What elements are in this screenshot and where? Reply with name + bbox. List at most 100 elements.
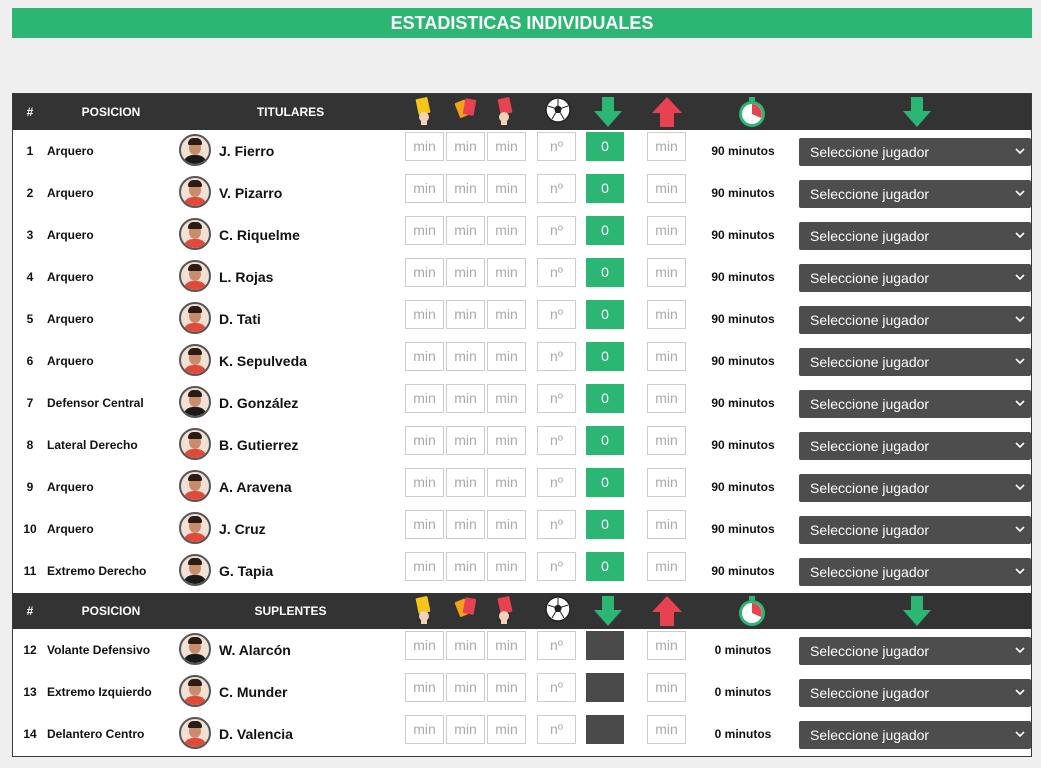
yellow-card-minute-input[interactable]: min <box>405 715 444 744</box>
red-card-minute-input[interactable]: min <box>487 426 526 455</box>
second-yellow-minute-input[interactable]: min <box>446 132 485 161</box>
player-select[interactable]: Seleccione jugador <box>799 138 1031 166</box>
red-card-minute-input[interactable]: min <box>487 715 526 744</box>
sub-in-minute-input[interactable]: min <box>647 715 686 744</box>
goals-count-input[interactable]: nº <box>537 258 576 287</box>
yellow-card-minute-input[interactable]: min <box>405 426 444 455</box>
yellow-card-minute-input[interactable]: min <box>405 510 444 539</box>
red-card-minute-input[interactable]: min <box>487 216 526 245</box>
yellow-card-minute-input[interactable]: min <box>405 631 444 660</box>
sub-in-minute-input[interactable]: min <box>647 426 686 455</box>
yellow-card-minute-input[interactable]: min <box>405 468 444 497</box>
second-yellow-minute-input[interactable]: min <box>446 174 485 203</box>
sub-out-minute-field[interactable]: 0 <box>586 258 624 287</box>
sub-in-minute-input[interactable]: min <box>647 258 686 287</box>
goals-count-input[interactable]: nº <box>537 342 576 371</box>
yellow-card-minute-input[interactable]: min <box>405 673 444 702</box>
sub-out-minute-field[interactable] <box>586 673 624 702</box>
red-card-minute-input[interactable]: min <box>487 552 526 581</box>
sub-in-minute-input[interactable]: min <box>647 510 686 539</box>
goals-count-input[interactable]: nº <box>537 715 576 744</box>
second-yellow-minute-input[interactable]: min <box>446 510 485 539</box>
sub-out-minute-field[interactable]: 0 <box>586 342 624 371</box>
yellow-card-minute-input[interactable]: min <box>405 552 444 581</box>
sub-in-minute-input[interactable]: min <box>647 342 686 371</box>
sub-out-minute-field[interactable] <box>586 715 624 744</box>
second-yellow-minute-input[interactable]: min <box>446 258 485 287</box>
sub-out-minute-field[interactable]: 0 <box>586 132 624 161</box>
sub-out-minute-field[interactable]: 0 <box>586 384 624 413</box>
second-yellow-minute-input[interactable]: min <box>446 552 485 581</box>
player-select[interactable]: Seleccione jugador <box>799 264 1031 292</box>
player-select[interactable]: Seleccione jugador <box>799 679 1031 707</box>
yellow-card-minute-input[interactable]: min <box>405 384 444 413</box>
sub-in-minute-input[interactable]: min <box>647 216 686 245</box>
sub-in-minute-input[interactable]: min <box>647 384 686 413</box>
red-card-minute-input[interactable]: min <box>487 258 526 287</box>
goals-count-input[interactable]: nº <box>537 300 576 329</box>
sub-in-minute-input[interactable]: min <box>647 468 686 497</box>
second-yellow-minute-input[interactable]: min <box>446 426 485 455</box>
red-card-minute-input[interactable]: min <box>487 342 526 371</box>
second-yellow-minute-input[interactable]: min <box>446 342 485 371</box>
sub-out-minute-field[interactable]: 0 <box>586 510 624 539</box>
player-select[interactable]: Seleccione jugador <box>799 348 1031 376</box>
yellow-card-minute-input[interactable]: min <box>405 300 444 329</box>
sub-out-minute-field[interactable]: 0 <box>586 468 624 497</box>
red-card-minute-input[interactable]: min <box>487 174 526 203</box>
second-yellow-minute-input[interactable]: min <box>446 216 485 245</box>
player-select[interactable]: Seleccione jugador <box>799 222 1031 250</box>
red-card-minute-input[interactable]: min <box>487 132 526 161</box>
second-yellow-minute-input[interactable]: min <box>446 715 485 744</box>
sub-in-minute-input[interactable]: min <box>647 673 686 702</box>
goals-count-input[interactable]: nº <box>537 631 576 660</box>
goals-count-input[interactable]: nº <box>537 468 576 497</box>
chevron-down-icon <box>1015 180 1025 208</box>
yellow-card-minute-input[interactable]: min <box>405 342 444 371</box>
goals-count-input[interactable]: nº <box>537 132 576 161</box>
goals-count-input[interactable]: nº <box>537 510 576 539</box>
player-select[interactable]: Seleccione jugador <box>799 558 1031 586</box>
player-select[interactable]: Seleccione jugador <box>799 432 1031 460</box>
yellow-card-minute-input[interactable]: min <box>405 258 444 287</box>
player-select[interactable]: Seleccione jugador <box>799 637 1031 665</box>
red-card-minute-input[interactable]: min <box>487 384 526 413</box>
red-card-minute-input[interactable]: min <box>487 300 526 329</box>
sub-out-minute-field[interactable]: 0 <box>586 426 624 455</box>
sub-out-minute-field[interactable]: 0 <box>586 174 624 203</box>
sub-out-minute-field[interactable]: 0 <box>586 300 624 329</box>
red-card-minute-input[interactable]: min <box>487 631 526 660</box>
second-yellow-minute-input[interactable]: min <box>446 468 485 497</box>
goals-count-input[interactable]: nº <box>537 552 576 581</box>
sub-in-minute-input[interactable]: min <box>647 300 686 329</box>
player-select[interactable]: Seleccione jugador <box>799 306 1031 334</box>
second-yellow-minute-input[interactable]: min <box>446 673 485 702</box>
yellow-card-minute-input[interactable]: min <box>405 174 444 203</box>
sub-in-minute-input[interactable]: min <box>647 552 686 581</box>
goals-count-input[interactable]: nº <box>537 384 576 413</box>
second-yellow-minute-input[interactable]: min <box>446 384 485 413</box>
sub-in-minute-input[interactable]: min <box>647 132 686 161</box>
goals-count-input[interactable]: nº <box>537 216 576 245</box>
sub-in-minute-input[interactable]: min <box>647 174 686 203</box>
sub-out-minute-field[interactable] <box>586 631 624 660</box>
second-yellow-minute-input[interactable]: min <box>446 300 485 329</box>
yellow-card-minute-input[interactable]: min <box>405 132 444 161</box>
player-select[interactable]: Seleccione jugador <box>799 516 1031 544</box>
sub-out-minute-field[interactable]: 0 <box>586 552 624 581</box>
player-name: W. Alarcón <box>219 642 291 658</box>
sub-out-minute-field[interactable]: 0 <box>586 216 624 245</box>
second-yellow-minute-input[interactable]: min <box>446 631 485 660</box>
player-select[interactable]: Seleccione jugador <box>799 721 1031 749</box>
yellow-card-minute-input[interactable]: min <box>405 216 444 245</box>
goals-count-input[interactable]: nº <box>537 174 576 203</box>
player-select[interactable]: Seleccione jugador <box>799 474 1031 502</box>
sub-in-minute-input[interactable]: min <box>647 631 686 660</box>
red-card-minute-input[interactable]: min <box>487 673 526 702</box>
goals-count-input[interactable]: nº <box>537 426 576 455</box>
red-card-minute-input[interactable]: min <box>487 510 526 539</box>
player-select[interactable]: Seleccione jugador <box>799 390 1031 418</box>
goals-count-input[interactable]: nº <box>537 673 576 702</box>
red-card-minute-input[interactable]: min <box>487 468 526 497</box>
player-select[interactable]: Seleccione jugador <box>799 180 1031 208</box>
